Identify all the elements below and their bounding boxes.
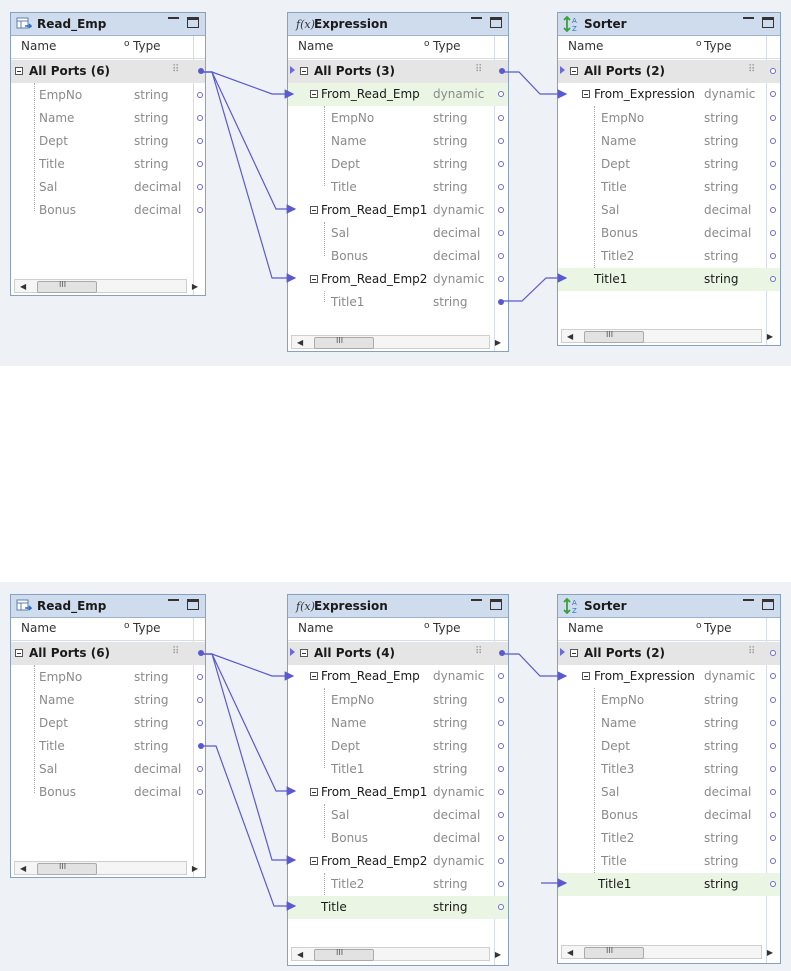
link-line[interactable]: [201, 71, 297, 214]
mapping-canvas-bottom: Read_Emp Name o Type All Ports (6) ⠿ Emp…: [0, 582, 791, 971]
mapping-canvas-top: Read_Emp Name o Type All Ports (6) ⠿ Emp…: [0, 0, 791, 366]
link-line[interactable]: [201, 71, 297, 283]
link-wires: [201, 653, 568, 911]
link-line[interactable]: [500, 653, 568, 681]
link-line[interactable]: [201, 653, 297, 796]
link-wires: [201, 71, 568, 302]
link-line[interactable]: [201, 653, 297, 865]
link-line[interactable]: [500, 273, 568, 302]
link-line[interactable]: [500, 71, 568, 99]
link-line[interactable]: [201, 745, 297, 911]
